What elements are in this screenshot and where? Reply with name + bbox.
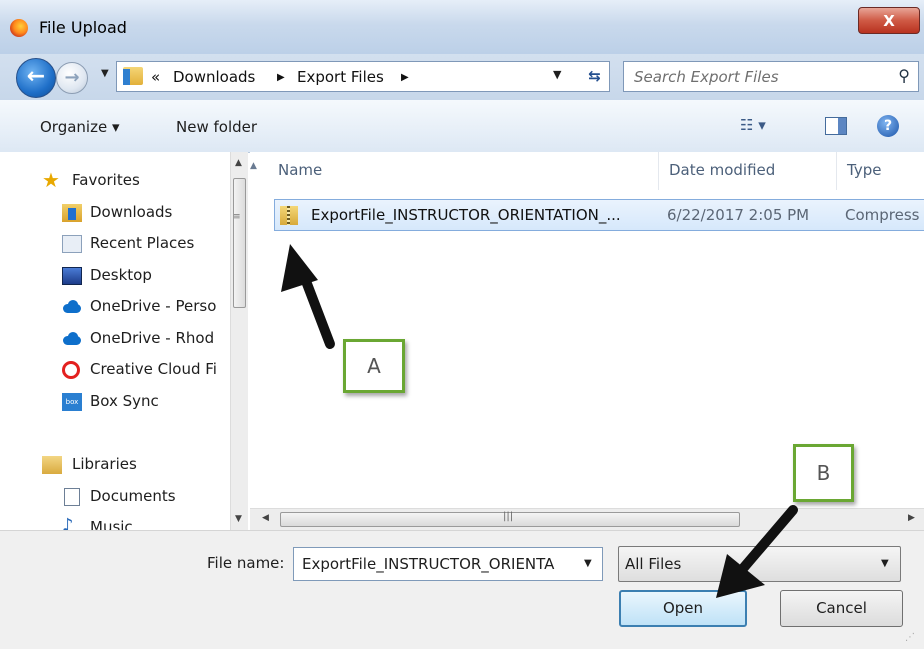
- scroll-right-icon[interactable]: ▶: [908, 513, 915, 523]
- sort-ascending-icon: ▲: [250, 161, 257, 171]
- command-toolbar: Organize ▾ New folder ☷ ▾ ?: [0, 100, 924, 153]
- file-type-filter-select[interactable]: All Files ▼: [618, 546, 901, 582]
- scroll-down-icon[interactable]: ▼: [235, 514, 242, 524]
- scroll-left-icon[interactable]: ◀: [262, 513, 269, 523]
- file-date-modified: 6/22/2017 2:05 PM: [667, 206, 810, 224]
- breadcrumb-separator-icon[interactable]: ▶: [277, 72, 285, 83]
- file-name-value: ExportFile_INSTRUCTOR_ORIENTA: [302, 555, 555, 573]
- file-type: Compress: [845, 206, 920, 224]
- address-bar[interactable]: « Downloads ▶ Export Files ▶ ▼: [116, 61, 609, 92]
- star-icon: ★: [42, 168, 60, 192]
- breadcrumb-overflow[interactable]: «: [151, 68, 160, 86]
- desktop-icon: [62, 267, 82, 285]
- column-header-type[interactable]: Type: [836, 152, 924, 190]
- file-row-selected[interactable]: ExportFile_INSTRUCTOR_ORIENTATION_... 6/…: [274, 199, 924, 231]
- help-icon[interactable]: ?: [877, 115, 899, 137]
- navigation-scrollbar[interactable]: ▲ ≡ ▼: [230, 152, 248, 530]
- file-name-field[interactable]: ExportFile_INSTRUCTOR_ORIENTA ▼: [293, 547, 603, 581]
- close-button[interactable]: X: [858, 7, 920, 34]
- navigation-pane: ★ Favorites Downloads Recent Places Desk…: [0, 152, 230, 530]
- window-title: File Upload: [39, 18, 127, 37]
- chevron-down-icon: ▼: [881, 558, 889, 569]
- forward-arrow-icon: →: [64, 67, 80, 88]
- recent-places-icon: [62, 235, 82, 253]
- resize-grip-icon[interactable]: ⋰: [905, 632, 915, 643]
- onedrive-cloud-icon: [62, 330, 82, 348]
- search-placeholder: Search Export Files: [634, 68, 779, 86]
- box-icon: box: [62, 393, 82, 411]
- file-type-filter-value: All Files: [625, 555, 682, 573]
- change-view-icon[interactable]: ☷ ▾: [740, 116, 766, 134]
- search-input[interactable]: Search Export Files ⚲: [623, 61, 919, 92]
- breadcrumb-export-files[interactable]: Export Files: [297, 68, 384, 86]
- refresh-button[interactable]: ⇆: [580, 61, 610, 92]
- column-header-name[interactable]: Name ▲: [250, 152, 659, 190]
- preview-pane-icon[interactable]: [825, 117, 847, 135]
- file-name: ExportFile_INSTRUCTOR_ORIENTATION_...: [311, 206, 621, 224]
- file-upload-dialog: File Upload X ← → ▼ « Downloads ▶ Export…: [0, 0, 924, 649]
- onedrive-cloud-icon: [62, 298, 82, 316]
- open-button[interactable]: Open: [619, 590, 747, 627]
- recent-locations-dropdown-icon[interactable]: ▼: [101, 68, 109, 79]
- document-icon: [64, 488, 80, 506]
- back-arrow-icon: ←: [26, 64, 46, 89]
- title-bar: File Upload X: [0, 0, 924, 54]
- scroll-up-icon[interactable]: ▲: [235, 158, 242, 168]
- callout-b: B: [793, 444, 854, 502]
- folder-icon: [123, 67, 143, 85]
- file-list-horizontal-scrollbar[interactable]: ◀ ||| ▶: [250, 508, 924, 530]
- downloads-folder-icon: [62, 204, 82, 222]
- search-icon: ⚲: [898, 66, 910, 85]
- new-folder-button[interactable]: New folder: [176, 118, 257, 136]
- scroll-grip-icon: |||: [503, 511, 514, 522]
- creative-cloud-icon: [62, 361, 80, 379]
- firefox-icon: [10, 19, 28, 37]
- callout-a: A: [343, 339, 405, 393]
- breadcrumb-separator-icon[interactable]: ▶: [401, 72, 409, 83]
- horizontal-scroll-thumb[interactable]: |||: [280, 511, 740, 527]
- libraries-icon: [42, 456, 62, 474]
- file-name-label: File name:: [207, 554, 285, 572]
- back-button[interactable]: ←: [16, 58, 56, 98]
- scroll-grip-icon: ≡: [233, 212, 241, 222]
- file-name-dropdown-icon[interactable]: ▼: [584, 558, 592, 569]
- address-dropdown-icon[interactable]: ▼: [553, 68, 561, 81]
- scroll-thumb[interactable]: [233, 178, 246, 308]
- forward-button[interactable]: →: [56, 62, 88, 94]
- zip-folder-icon: [280, 206, 298, 225]
- breadcrumb-downloads[interactable]: Downloads: [173, 68, 255, 86]
- cancel-button[interactable]: Cancel: [780, 590, 903, 627]
- organize-menu[interactable]: Organize ▾: [40, 118, 120, 136]
- music-note-icon: ♪: [62, 515, 74, 530]
- column-header-date-modified[interactable]: Date modified: [658, 152, 837, 190]
